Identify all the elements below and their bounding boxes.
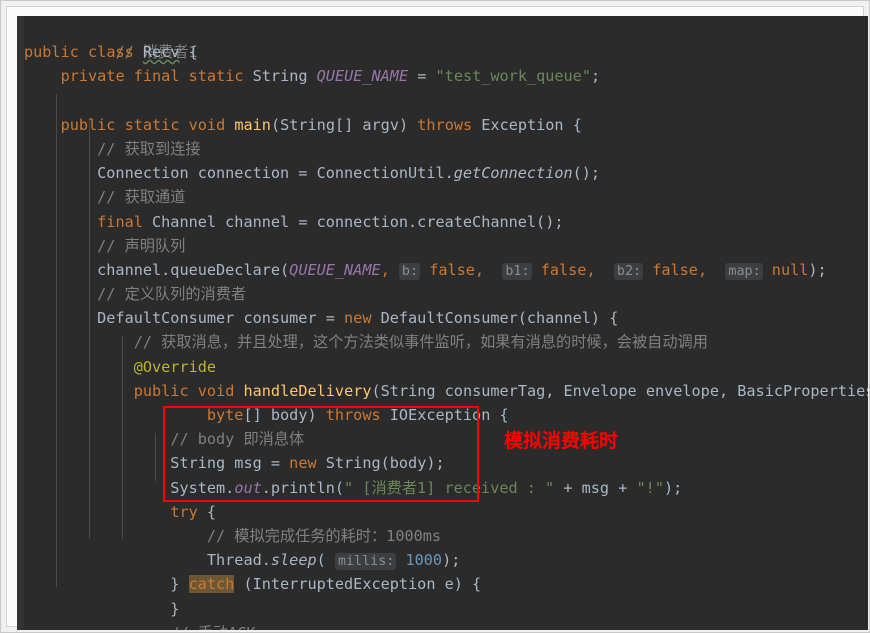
code-line[interactable]: // 模拟完成任务的耗时：1000ms xyxy=(24,524,868,548)
keyword-public: public xyxy=(24,43,79,62)
annotation-label: 模拟消费耗时 xyxy=(504,430,619,452)
param-hint-b: b: xyxy=(398,262,421,280)
code-line[interactable]: // 消费者1 xyxy=(24,16,868,61)
comment-get-channel: // 获取通道 xyxy=(97,188,186,207)
code-line[interactable]: channel.queueDeclare(QUEUE_NAME, b: fals… xyxy=(24,258,868,282)
code-line[interactable]: } xyxy=(24,597,868,621)
code-line[interactable]: // 定义队列的消费者 xyxy=(24,282,868,306)
ide-window: // 消费者1 public class Recv { private fina… xyxy=(0,0,870,633)
code-line[interactable]: Connection connection = ConnectionUtil.g… xyxy=(24,161,868,185)
code-line[interactable]: public static void main(String[] argv) t… xyxy=(24,113,868,137)
code-line[interactable]: @Override xyxy=(24,355,868,379)
method-main[interactable]: main xyxy=(234,116,271,134)
ide-frame-inner: // 消费者1 public class Recv { private fina… xyxy=(6,6,868,630)
call-sleep[interactable]: sleep xyxy=(271,551,317,569)
comment-define-consumer: // 定义队列的消费者 xyxy=(97,285,247,304)
keyword-class: class xyxy=(88,43,134,62)
string-exclaim: "!" xyxy=(636,478,664,497)
param-hint-b1: b1: xyxy=(502,262,532,280)
code-line[interactable]: System.out.println(" [消费者1] received : "… xyxy=(24,476,868,500)
keyword-try: try xyxy=(170,502,198,521)
code-line[interactable]: // 获取消息，并且处理，这个方法类似事件监听，如果有消息的时候，会被自动调用 xyxy=(24,330,868,354)
string-received: " [消费者1] received : " xyxy=(344,478,555,497)
code-line[interactable]: DefaultConsumer consumer = new DefaultCo… xyxy=(24,306,868,330)
code-line[interactable]: public class Recv { xyxy=(24,40,868,64)
code-line[interactable]: // 获取到连接 xyxy=(24,137,868,161)
code-line[interactable]: try { xyxy=(24,500,868,524)
param-hint-map: map: xyxy=(725,262,763,280)
number-1000: 1000 xyxy=(405,551,443,570)
code-line[interactable]: } catch (InterruptedException e) { xyxy=(24,572,868,596)
annotation-override: @Override xyxy=(133,357,217,376)
code-line[interactable]: // 声明队列 xyxy=(24,234,868,258)
comment-declare-queue: // 声明队列 xyxy=(97,236,186,255)
code-content[interactable]: // 消费者1 public class Recv { private fina… xyxy=(24,16,868,630)
param-hint-millis: millis: xyxy=(334,553,397,571)
method-handle-delivery[interactable]: handleDelivery xyxy=(244,382,372,400)
param-hint-b2: b2: xyxy=(613,262,644,280)
code-line-blank[interactable] xyxy=(24,89,868,113)
editor-gutter[interactable] xyxy=(17,16,24,630)
code-line[interactable]: String msg = new String(body); xyxy=(24,451,868,475)
string-queue-name: "test_work_queue" xyxy=(435,67,591,86)
code-line[interactable]: // body 即消息体 xyxy=(24,427,868,451)
comment-get-connection: // 获取到连接 xyxy=(97,139,201,158)
class-name-recv[interactable]: Recv xyxy=(143,43,180,61)
code-editor[interactable]: // 消费者1 public class Recv { private fina… xyxy=(17,16,868,630)
comment-manual-ack: // 手动ACK xyxy=(170,624,255,630)
field-out[interactable]: out xyxy=(234,479,261,497)
code-line[interactable]: byte[] body) throws IOException { xyxy=(24,403,868,427)
keyword-catch[interactable]: catch xyxy=(188,575,235,594)
comment-body: // body 即消息体 xyxy=(170,430,305,449)
code-line[interactable]: // 手动ACK xyxy=(24,621,868,630)
comment-simulate-cost: // 模拟完成任务的耗时：1000ms xyxy=(206,526,442,545)
call-get-connection[interactable]: getConnection xyxy=(454,164,573,182)
code-line[interactable]: final Channel channel = connection.creat… xyxy=(24,210,868,234)
code-line[interactable]: // 获取通道 xyxy=(24,185,868,209)
code-line[interactable]: Thread.sleep( millis: 1000); xyxy=(24,548,868,572)
code-line[interactable]: private final static String QUEUE_NAME =… xyxy=(24,64,868,88)
comment-auto-invoke: // 获取消息，并且处理，这个方法类似事件监听，如果有消息的时候，会被自动调用 xyxy=(133,333,708,352)
field-queue-name[interactable]: QUEUE_NAME xyxy=(317,67,408,85)
code-line[interactable]: public void handleDelivery(String consum… xyxy=(24,379,868,403)
